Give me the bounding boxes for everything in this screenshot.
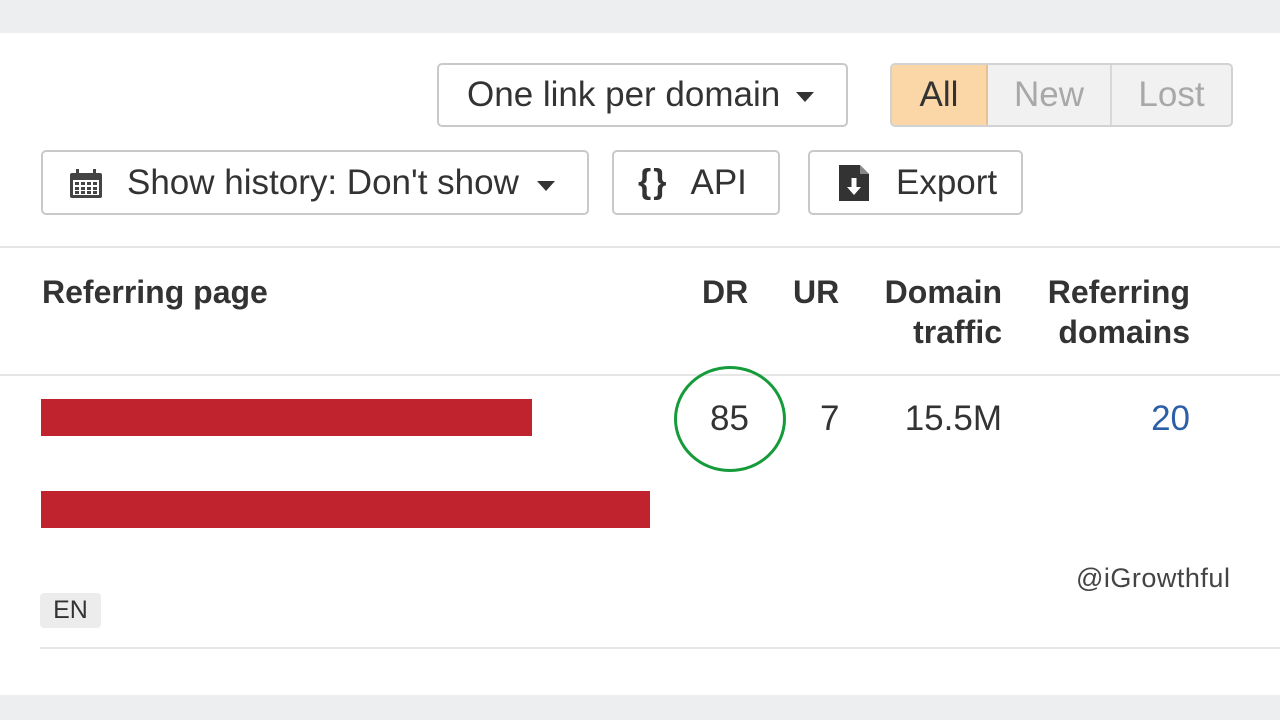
link-mode-dropdown[interactable]: One link per domain: [437, 63, 848, 127]
column-header-dr[interactable]: DR: [702, 272, 748, 312]
braces-icon: {}: [638, 163, 669, 201]
divider: [0, 246, 1280, 248]
tab-new[interactable]: New: [988, 65, 1112, 125]
domain-traffic-line2: traffic: [913, 314, 1002, 350]
link-mode-label: One link per domain: [467, 75, 781, 114]
ur-value: 7: [820, 399, 840, 438]
domain-traffic-value: 15.5M: [904, 399, 1002, 438]
referring-domains-line1: Referring: [1047, 274, 1190, 310]
tab-all[interactable]: All: [892, 65, 988, 125]
api-button[interactable]: {} API: [612, 150, 780, 215]
export-label: Export: [896, 162, 998, 202]
tab-lost[interactable]: Lost: [1112, 65, 1231, 125]
show-history-dropdown[interactable]: Show history: Don't show: [41, 150, 589, 215]
export-button[interactable]: Export: [808, 150, 1023, 215]
calendar-icon: [69, 168, 103, 198]
column-header-ur[interactable]: UR: [793, 272, 839, 312]
column-header-referring-page[interactable]: Referring page: [42, 272, 268, 312]
bottom-band: [0, 695, 1280, 720]
redacted-page-url: [41, 491, 650, 528]
domain-traffic-line1: Domain: [884, 274, 1002, 310]
redacted-page-title: [41, 399, 532, 436]
dr-value: 85: [710, 399, 749, 438]
referring-domains-line2: domains: [1058, 314, 1190, 350]
show-history-label: Show history: Don't show: [127, 162, 519, 202]
row-divider: [40, 647, 1280, 649]
language-badge: EN: [40, 593, 101, 628]
filter-tabs: All New Lost: [890, 63, 1233, 127]
api-label: API: [690, 162, 747, 202]
top-band: [0, 0, 1280, 33]
chevron-down-icon: [536, 180, 555, 191]
header-divider: [0, 374, 1280, 376]
watermark: @iGrowthful: [1076, 563, 1231, 593]
column-header-referring-domains[interactable]: Referring domains: [1030, 272, 1190, 352]
download-file-icon: [838, 164, 870, 202]
column-header-domain-traffic[interactable]: Domain traffic: [860, 272, 1002, 352]
referring-domains-link[interactable]: 20: [1030, 397, 1190, 441]
chevron-down-icon: [796, 92, 815, 102]
